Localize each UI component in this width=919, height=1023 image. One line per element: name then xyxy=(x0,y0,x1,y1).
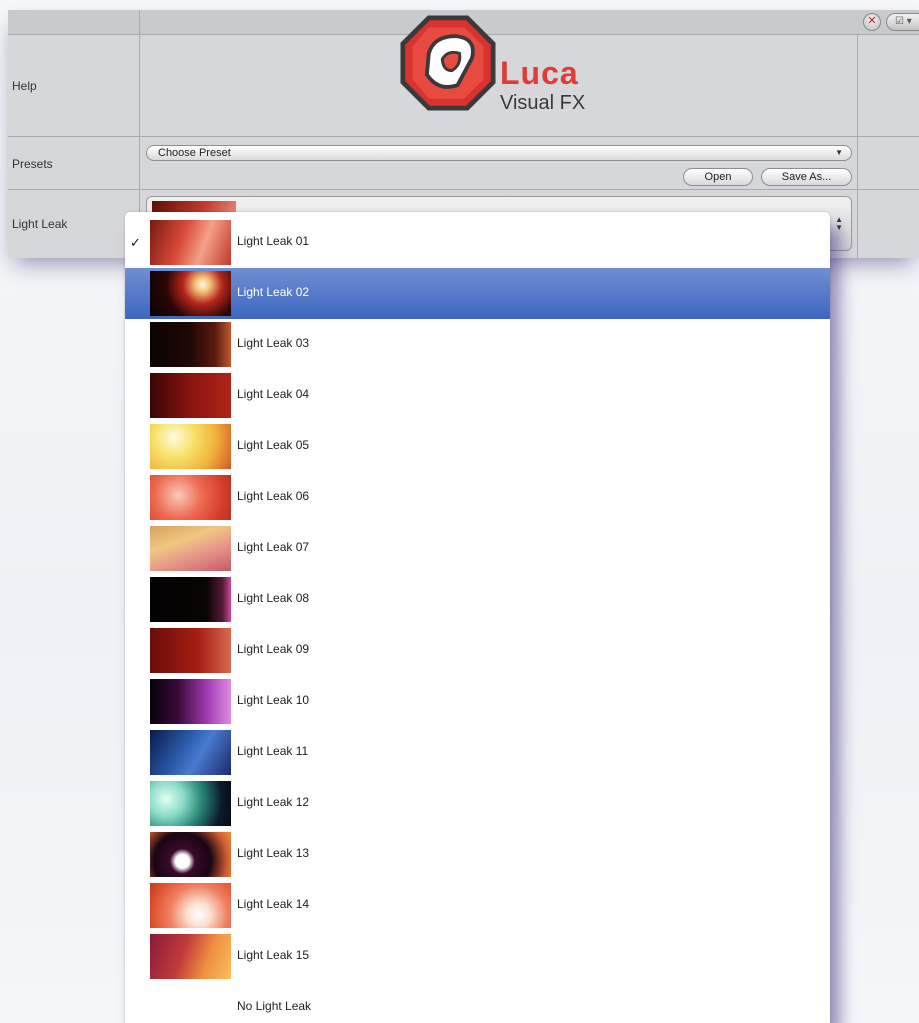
menu-item-label: No Light Leak xyxy=(237,999,312,1013)
menu-item[interactable]: Light Leak 11 xyxy=(125,727,830,778)
menu-item-label: Light Leak 06 xyxy=(237,489,310,503)
menu-item[interactable]: No Light Leak xyxy=(125,982,830,1023)
light-leak-label: Light Leak xyxy=(12,217,68,231)
checkmark-icon: ✓ xyxy=(130,235,141,250)
thumbnail xyxy=(150,781,231,826)
menu-item[interactable]: Light Leak 03 xyxy=(125,319,830,370)
menu-item-label: Light Leak 11 xyxy=(237,744,309,758)
menu-item-label: Light Leak 05 xyxy=(237,438,310,452)
thumbnail xyxy=(150,322,231,367)
open-button[interactable]: Open xyxy=(683,168,753,186)
thumbnail xyxy=(150,577,231,622)
menu-item-label: Light Leak 15 xyxy=(237,948,310,962)
thumbnail xyxy=(150,679,231,724)
thumbnail xyxy=(150,373,231,418)
divider xyxy=(857,190,858,258)
thumbnail xyxy=(150,424,231,469)
thumbnail xyxy=(150,628,231,673)
thumbnail xyxy=(150,271,231,316)
menu-item[interactable]: Light Leak 06 xyxy=(125,472,830,523)
presets-row: Presets Choose Preset ▼ Open Save As... xyxy=(8,137,919,190)
menu-item[interactable]: ✓ Light Leak 01 xyxy=(125,217,830,268)
preset-select-value: Choose Preset xyxy=(158,147,231,159)
menu-item-label: Light Leak 09 xyxy=(237,642,310,656)
menu-item[interactable]: Light Leak 14 xyxy=(125,880,830,931)
menu-item-label: Light Leak 04 xyxy=(237,387,310,401)
menu-item-label: Light Leak 03 xyxy=(237,336,310,350)
menu-item-label: Light Leak 07 xyxy=(237,540,310,554)
preset-select[interactable]: Choose Preset ▼ xyxy=(146,145,852,161)
menu-item-label: Light Leak 13 xyxy=(237,846,310,860)
divider xyxy=(857,35,858,136)
chevron-down-icon: ▼ xyxy=(835,148,843,157)
thumbnail xyxy=(150,730,231,775)
help-label: Help xyxy=(12,79,37,93)
menu-item[interactable]: Light Leak 13 xyxy=(125,829,830,880)
thumbnail xyxy=(150,934,231,979)
menu-item[interactable]: Light Leak 07 xyxy=(125,523,830,574)
menu-item[interactable]: Light Leak 08 xyxy=(125,574,830,625)
thumbnail xyxy=(150,832,231,877)
menu-item-label: Light Leak 10 xyxy=(237,693,310,707)
menu-item-label: Light Leak 02 xyxy=(237,285,310,299)
menu-item[interactable]: Light Leak 12 xyxy=(125,778,830,829)
thumbnail xyxy=(150,526,231,571)
header-label-cell xyxy=(8,10,140,34)
help-label-cell: Help xyxy=(8,35,140,136)
up-down-arrows-icon: ▲ ▼ xyxy=(835,215,843,232)
reset-icon[interactable]: ✕ xyxy=(863,13,881,31)
menu-item-label: Light Leak 12 xyxy=(237,795,310,809)
menu-item-label: Light Leak 08 xyxy=(237,591,310,605)
divider xyxy=(857,137,858,189)
save-as-button[interactable]: Save As... xyxy=(761,168,852,186)
menu-item[interactable]: Light Leak 15 xyxy=(125,931,830,982)
thumbnail xyxy=(150,883,231,928)
menu-item-selected[interactable]: Light Leak 02 xyxy=(125,268,830,319)
menu-item-label: Light Leak 14 xyxy=(237,897,310,911)
menu-item[interactable]: Light Leak 10 xyxy=(125,676,830,727)
menu-item[interactable]: Light Leak 09 xyxy=(125,625,830,676)
luca-logo-icon xyxy=(400,15,496,111)
logo-subtitle: Visual FX xyxy=(500,92,586,114)
menu-item[interactable]: Light Leak 04 xyxy=(125,370,830,421)
menu-item-label: Light Leak 01 xyxy=(237,234,310,248)
thumbnail xyxy=(150,475,231,520)
presets-label: Presets xyxy=(12,157,53,171)
light-leak-label-cell: Light Leak xyxy=(8,190,140,258)
options-menu-button[interactable]: ☑ ▾ xyxy=(886,13,919,31)
light-leak-menu: ✓ Light Leak 01 Light Leak 02 Light Leak… xyxy=(125,212,830,1023)
thumbnail xyxy=(150,220,231,265)
logo-brand: Luca xyxy=(500,55,579,91)
presets-label-cell: Presets xyxy=(8,137,140,189)
menu-item[interactable]: Light Leak 05 xyxy=(125,421,830,472)
